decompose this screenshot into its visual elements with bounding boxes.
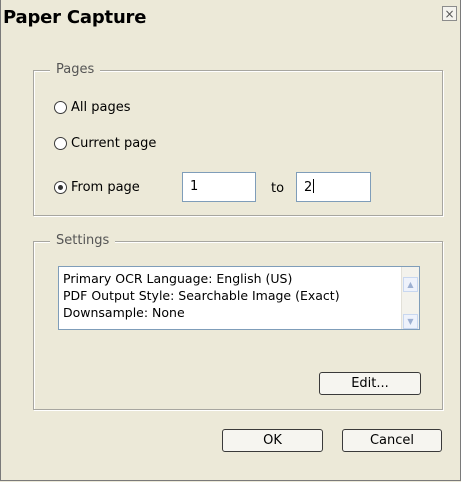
- settings-listbox[interactable]: Primary OCR Language: English (US) PDF O…: [58, 266, 420, 330]
- edit-button[interactable]: Edit...: [319, 372, 421, 395]
- list-item[interactable]: PDF Output Style: Searchable Image (Exac…: [59, 287, 419, 304]
- from-page-input[interactable]: 1: [182, 172, 256, 202]
- ok-button[interactable]: OK: [222, 429, 323, 452]
- settings-legend: Settings: [50, 233, 116, 248]
- paper-capture-dialog: Paper Capture × Pages All pages Current …: [0, 0, 461, 481]
- radio-all-pages-icon[interactable]: [54, 101, 67, 114]
- dialog-title: Paper Capture: [3, 7, 147, 28]
- to-label: to: [271, 181, 285, 196]
- radio-from-page-icon[interactable]: [54, 181, 67, 194]
- radio-current-page-icon[interactable]: [54, 137, 67, 150]
- settings-scrollbar[interactable]: ▲ ▼: [401, 267, 419, 329]
- from-page-value: 1: [190, 179, 199, 194]
- scroll-down-icon[interactable]: ▼: [403, 314, 418, 329]
- scroll-up-icon[interactable]: ▲: [403, 277, 418, 292]
- list-item[interactable]: Primary OCR Language: English (US): [59, 267, 419, 287]
- pages-legend: Pages: [50, 62, 101, 77]
- to-page-input[interactable]: 2: [296, 172, 371, 202]
- text-caret: [313, 179, 315, 193]
- to-page-value: 2: [304, 180, 313, 195]
- radio-from-page[interactable]: From page: [54, 180, 140, 195]
- title-bar: Paper Capture ×: [1, 0, 460, 36]
- list-item[interactable]: Downsample: None: [59, 304, 419, 321]
- radio-all-pages-label: All pages: [71, 100, 131, 115]
- radio-from-page-label: From page: [71, 180, 140, 195]
- close-icon[interactable]: ×: [442, 6, 457, 21]
- cancel-button[interactable]: Cancel: [342, 429, 442, 452]
- radio-current-page-label: Current page: [71, 136, 157, 151]
- radio-current-page[interactable]: Current page: [54, 136, 156, 151]
- radio-all-pages[interactable]: All pages: [54, 100, 131, 115]
